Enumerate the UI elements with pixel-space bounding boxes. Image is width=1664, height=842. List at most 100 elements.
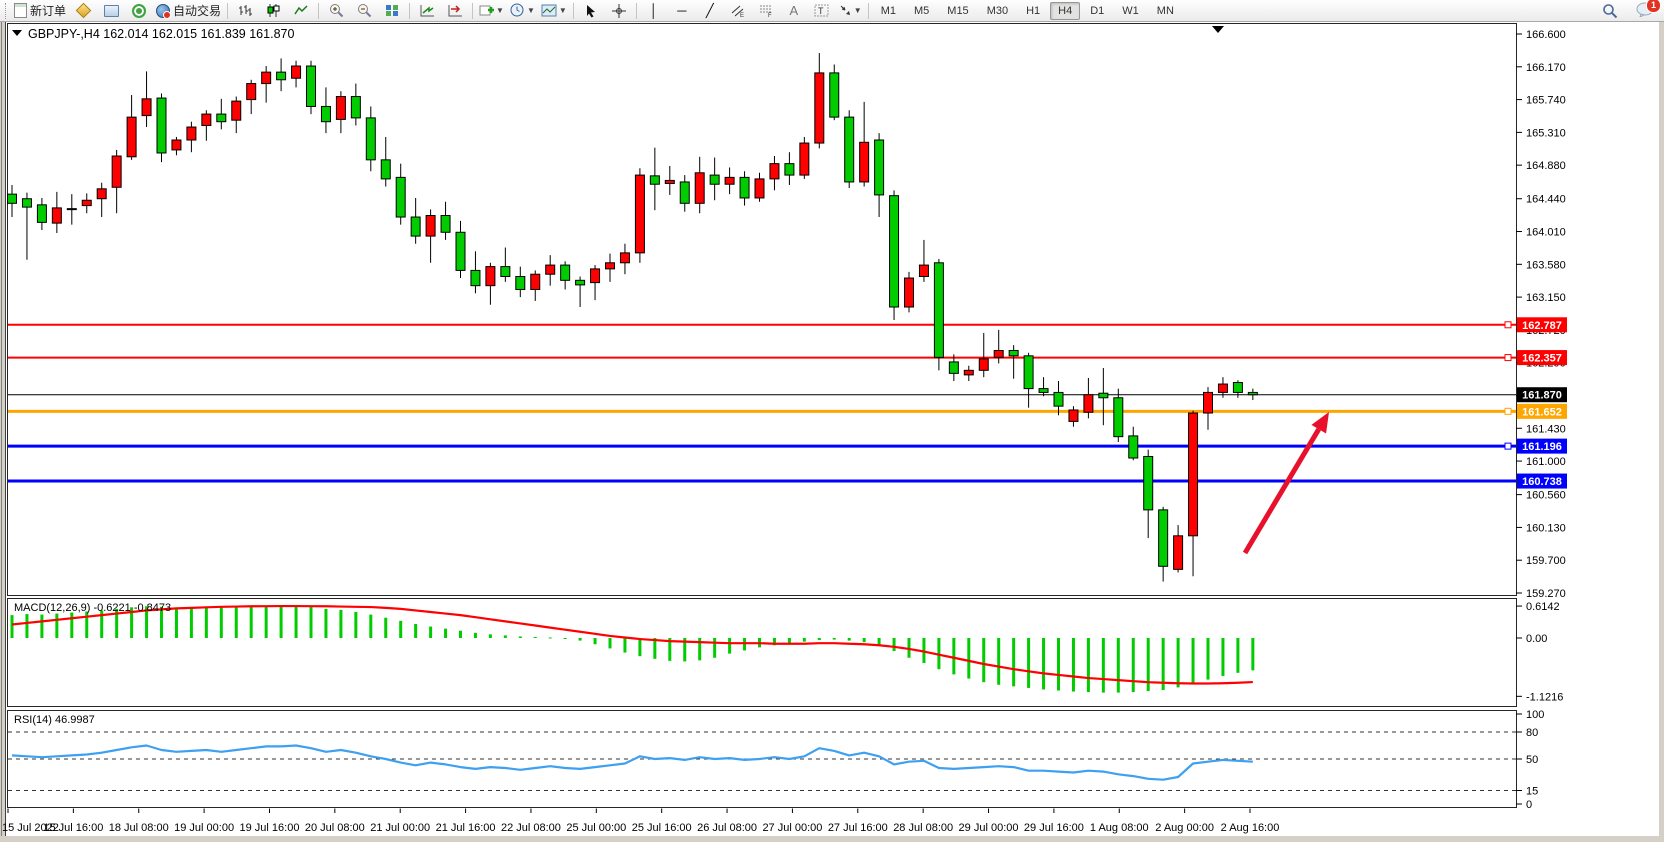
macd-bar xyxy=(205,608,208,638)
candle-body xyxy=(172,140,181,150)
candle-body xyxy=(1099,393,1108,398)
text-button[interactable]: A xyxy=(780,0,808,22)
macd-bar xyxy=(623,638,626,653)
macd-bar xyxy=(339,610,342,638)
zoom-group xyxy=(322,0,406,22)
timeframe-button-M30[interactable]: M30 xyxy=(979,2,1016,20)
candle-body xyxy=(830,73,839,117)
notifications-button[interactable]: 1 xyxy=(1636,2,1654,20)
macd-bar xyxy=(70,613,73,638)
candle-body xyxy=(785,164,794,175)
horizontal-line-button[interactable]: ─ xyxy=(668,0,696,22)
tile-windows-button[interactable] xyxy=(378,0,406,22)
signals-button[interactable] xyxy=(125,0,153,22)
candle-body xyxy=(52,208,61,223)
timeframe-button-MN[interactable]: MN xyxy=(1149,2,1182,20)
autotrading-button[interactable]: 自动交易 xyxy=(153,0,224,22)
macd-bar xyxy=(235,607,238,638)
macd-bar xyxy=(11,615,14,638)
vertical-line-button[interactable]: │ xyxy=(640,0,668,22)
timeframe-button-M15[interactable]: M15 xyxy=(939,2,976,20)
terminal-button[interactable] xyxy=(97,0,125,22)
timeframe-button-M1[interactable]: M1 xyxy=(873,2,904,20)
candle-body xyxy=(292,66,301,78)
candle-body xyxy=(815,73,824,143)
macd-bar xyxy=(967,638,970,679)
trendline-button[interactable]: ╱ xyxy=(696,0,724,22)
line-chart-button[interactable] xyxy=(287,0,315,22)
candle-body xyxy=(366,118,375,160)
svg-text:50: 50 xyxy=(1526,754,1538,766)
svg-text:160.560: 160.560 xyxy=(1526,490,1566,502)
timeframe-button-D1[interactable]: D1 xyxy=(1082,2,1112,20)
candle-body xyxy=(426,216,435,237)
bar-chart-button[interactable] xyxy=(231,0,259,22)
macd-bar xyxy=(728,638,731,654)
svg-text:15: 15 xyxy=(1526,786,1538,798)
macd-bar xyxy=(295,606,298,638)
terminal-icon xyxy=(104,5,119,17)
svg-text:166.600: 166.600 xyxy=(1526,29,1566,41)
candle-body xyxy=(1218,384,1227,392)
timeframe-button-W1[interactable]: W1 xyxy=(1114,2,1147,20)
auto-scroll-button[interactable] xyxy=(413,0,441,22)
macd-bar xyxy=(1027,638,1030,688)
deposit-button[interactable] xyxy=(69,0,97,22)
new-order-button[interactable]: 新订单 xyxy=(11,0,69,22)
svg-text:164.440: 164.440 xyxy=(1526,194,1566,206)
macd-bar xyxy=(1221,638,1224,676)
candle-body xyxy=(411,217,420,236)
macd-bar xyxy=(444,629,447,638)
candle-body xyxy=(755,179,764,198)
macd-bar xyxy=(997,638,1000,685)
window-bottom-edge xyxy=(0,836,1664,842)
cursor-button[interactable] xyxy=(577,0,605,22)
cursor-group xyxy=(577,0,633,22)
arrows-button[interactable]: ▼ xyxy=(836,0,865,22)
zoom-in-button[interactable] xyxy=(322,0,350,22)
macd-bar xyxy=(713,638,716,658)
candlestick-chart-button[interactable] xyxy=(259,0,287,22)
candle-body xyxy=(725,177,734,184)
macd-bar xyxy=(474,633,477,638)
svg-text:18 Jul 08:00: 18 Jul 08:00 xyxy=(109,822,169,834)
toolbar-right-group: 1 xyxy=(1596,0,1654,22)
zoom-out-icon xyxy=(357,3,372,18)
candle-body xyxy=(740,177,749,198)
candle-body xyxy=(396,177,405,217)
zoom-out-button[interactable] xyxy=(350,0,378,22)
indicators-icon xyxy=(479,4,494,17)
macd-bar xyxy=(414,624,417,638)
chart-canvas[interactable]: 166.600166.170165.740165.310164.880164.4… xyxy=(0,0,1664,842)
search-button[interactable] xyxy=(1596,0,1624,22)
periods-button[interactable]: ▼ xyxy=(507,0,538,22)
svg-text:15 Jul 16:00: 15 Jul 16:00 xyxy=(43,822,103,834)
chart-shift-button[interactable] xyxy=(441,0,469,22)
indicators-button[interactable]: ▼ xyxy=(476,0,507,22)
equidistant-channel-button[interactable]: E xyxy=(724,0,752,22)
text-label-button[interactable]: T xyxy=(808,0,836,22)
timeframe-button-H4[interactable]: H4 xyxy=(1050,2,1080,20)
candle-body xyxy=(770,164,779,179)
macd-pane[interactable] xyxy=(8,599,1517,707)
candle-body xyxy=(97,189,106,199)
templates-button[interactable]: ▼ xyxy=(538,0,570,22)
candle-body xyxy=(964,370,973,375)
signal-icon xyxy=(132,4,146,18)
timeframe-button-M5[interactable]: M5 xyxy=(906,2,937,20)
candle-body xyxy=(919,265,928,276)
price-badge-label: 161.870 xyxy=(1522,390,1562,402)
clock-icon xyxy=(510,3,525,18)
crosshair-button[interactable] xyxy=(605,0,633,22)
fibonacci-button[interactable]: F xyxy=(752,0,780,22)
macd-bar xyxy=(85,611,88,638)
candle-body xyxy=(546,265,555,274)
candle-body xyxy=(994,350,1003,357)
candle-body xyxy=(67,209,76,210)
timeframe-button-H1[interactable]: H1 xyxy=(1018,2,1048,20)
svg-text:29 Jul 16:00: 29 Jul 16:00 xyxy=(1024,822,1084,834)
candle-body xyxy=(890,196,899,307)
zoom-in-icon xyxy=(329,3,344,18)
macd-bar xyxy=(489,634,492,638)
macd-bar xyxy=(40,615,43,638)
